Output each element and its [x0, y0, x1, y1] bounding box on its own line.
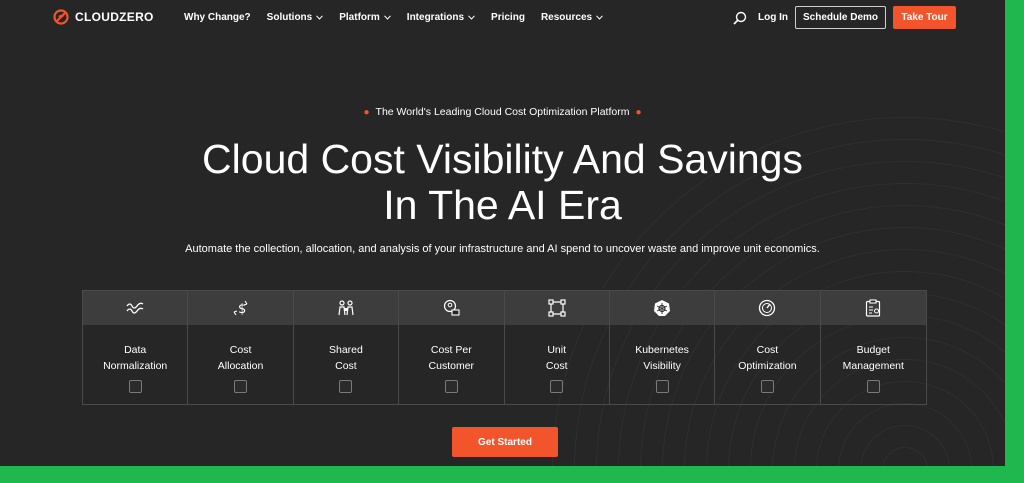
nav-item-label: Solutions — [266, 12, 313, 23]
feature-shared-cost[interactable]: Shared Cost — [293, 291, 400, 404]
get-started-button[interactable]: Get Started — [452, 427, 558, 457]
chevron-down-icon — [596, 15, 603, 20]
unit-nodes-icon — [548, 299, 566, 317]
feature-label: Cost Allocation — [217, 344, 264, 372]
feature-checkbox[interactable] — [550, 380, 564, 393]
nav-item-label: Platform — [339, 12, 380, 23]
feature-label: Data Normalization — [103, 344, 168, 372]
feature-checkbox[interactable] — [444, 380, 458, 393]
feature-icon-cell: $ — [188, 291, 293, 325]
feature-icon-cell — [293, 291, 399, 325]
feature-icon-cell — [609, 291, 715, 325]
feature-label: Cost Per Customer — [428, 344, 475, 372]
search-icon[interactable] — [733, 11, 747, 25]
nav-item-label: Resources — [540, 12, 593, 23]
nav-item-integrations[interactable]: Integrations — [407, 12, 475, 23]
hero-headline: Cloud Cost Visibility And Savings In The… — [202, 136, 803, 228]
nav-item-label: Pricing — [491, 12, 525, 23]
nav-item-why-change[interactable]: Why Change? — [184, 12, 251, 23]
chevron-down-icon — [316, 15, 324, 20]
schedule-demo-button[interactable]: Schedule Demo — [795, 6, 886, 29]
feature-cost-per-customer[interactable]: Cost Per Customer — [399, 291, 505, 404]
hero-subhead: Automate the collection, allocation, and… — [185, 243, 820, 255]
feature-data-normalization[interactable]: Data Normalization — [83, 291, 189, 404]
feature-cost-allocation[interactable]: $ Cost Allocation — [188, 291, 294, 404]
dollar-arrows-icon: $ — [233, 300, 248, 317]
bullet-dot-icon: ● — [635, 107, 642, 118]
feature-label: Unit Cost — [545, 344, 568, 372]
people-share-icon — [338, 300, 354, 316]
login-link[interactable]: Log In — [758, 12, 788, 23]
clipboard-budget-icon — [866, 299, 881, 317]
nav-item-label: Integrations — [406, 12, 465, 23]
top-nav: CLOUDZERO Why Change? Solutions Platform… — [0, 0, 1005, 36]
logo-text: CLOUDZERO — [75, 10, 154, 24]
page-frame: CLOUDZERO Why Change? Solutions Platform… — [0, 0, 1005, 466]
cloudzero-logo-icon — [53, 9, 69, 25]
main-menu: Why Change? Solutions Platform Integrati… — [184, 12, 603, 23]
nav-item-label: Why Change? — [184, 12, 251, 23]
bullet-dot-icon: ● — [363, 107, 370, 118]
customer-card-icon — [444, 299, 460, 316]
hero-eyebrow: ● The World's Leading Cloud Cost Optimiza… — [0, 106, 1005, 118]
feature-checkbox[interactable] — [234, 380, 248, 393]
feature-icon-cell — [83, 291, 188, 325]
nav-item-platform[interactable]: Platform — [339, 12, 391, 23]
feature-icon-cell — [820, 291, 926, 325]
feature-checkbox[interactable] — [655, 380, 669, 393]
feature-icon-cell — [715, 291, 820, 325]
nav-item-solutions[interactable]: Solutions — [267, 12, 324, 23]
feature-label: Cost Optimization — [738, 344, 797, 372]
feature-checkbox[interactable] — [866, 380, 880, 393]
wave-lines-icon — [126, 302, 144, 314]
eyebrow-text: The World's Leading Cloud Cost Optimizat… — [375, 106, 630, 118]
nav-item-pricing[interactable]: Pricing — [491, 12, 525, 23]
feature-icon-cell — [504, 291, 609, 325]
gauge-icon — [759, 299, 776, 317]
nav-item-resources[interactable]: Resources — [541, 12, 603, 23]
feature-checkbox[interactable] — [339, 380, 353, 393]
chevron-down-icon — [383, 15, 391, 20]
feature-kubernetes-visibility[interactable]: Kubernetes Visibility — [609, 291, 716, 404]
kubernetes-icon — [654, 300, 671, 316]
take-tour-button[interactable]: Take Tour — [893, 6, 956, 29]
feature-label: Shared Cost — [329, 344, 363, 372]
chevron-down-icon — [468, 15, 475, 20]
feature-budget-management[interactable]: Budget Management — [820, 291, 926, 404]
feature-grid: Data Normalization $ Cost Allocation Sha… — [82, 290, 927, 405]
feature-unit-cost[interactable]: Unit Cost — [504, 291, 610, 404]
feature-label: Budget Management — [842, 344, 904, 372]
logo[interactable]: CLOUDZERO — [53, 9, 154, 25]
feature-checkbox[interactable] — [128, 380, 142, 393]
feature-label: Kubernetes Visibility — [635, 344, 689, 372]
feature-checkbox[interactable] — [760, 380, 774, 393]
feature-cost-optimization[interactable]: Cost Optimization — [715, 291, 821, 404]
feature-icon-cell — [399, 291, 504, 325]
